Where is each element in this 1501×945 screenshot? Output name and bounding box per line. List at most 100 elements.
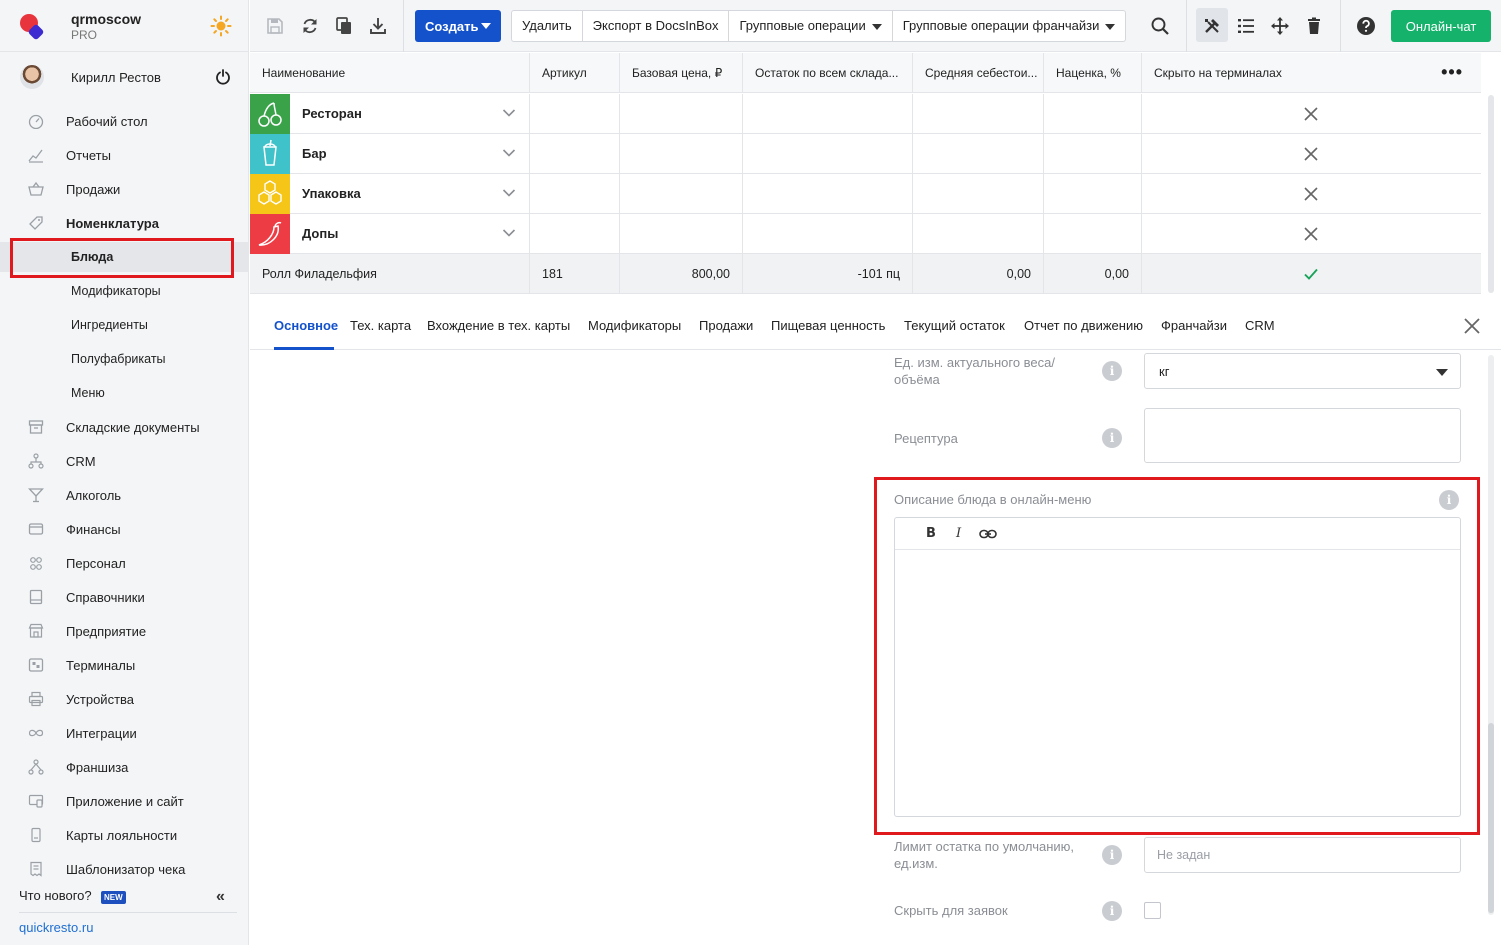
save-icon[interactable] [265, 16, 285, 36]
create-button[interactable]: Создать [415, 10, 501, 42]
download-icon[interactable] [368, 16, 388, 36]
sidebar-item-warehouse[interactable]: Складские документы [0, 412, 249, 442]
tools-icon[interactable] [1202, 16, 1222, 36]
sidebar-item-franchise[interactable]: Франшиза [0, 752, 249, 782]
table-row-category-extras[interactable]: Допы [250, 214, 1481, 254]
sidebar: qrmoscow PRO Кирилл Рестов Рабочий стол … [0, 0, 249, 945]
column-header-article[interactable]: Артикул [530, 53, 620, 93]
chevron-down-icon[interactable] [502, 108, 516, 118]
sidebar-item-semifinished[interactable]: Полуфабрикаты [0, 344, 249, 374]
tab-sales[interactable]: Продажи [699, 318, 753, 333]
avatar[interactable] [20, 65, 44, 89]
table-row-category-restaurant[interactable]: Ресторан [250, 94, 1481, 134]
cell-price: 800,00 [620, 254, 743, 294]
sidebar-item-nomenclature[interactable]: Номенклатура [0, 208, 249, 238]
sidebar-item-loyalty[interactable]: Карты лояльности [0, 820, 249, 850]
export-docsinbox-button[interactable]: Экспорт в DocsInBox [583, 11, 730, 41]
bold-button[interactable]: B [926, 526, 936, 541]
table-row-category-bar[interactable]: Бар [250, 134, 1481, 174]
export-button-label: Экспорт в DocsInBox [592, 18, 719, 33]
site-link[interactable]: quickresto.ru [19, 920, 93, 935]
sidebar-item-sales[interactable]: Продажи [0, 174, 249, 204]
table-row-category-packaging[interactable]: Упаковка [250, 174, 1481, 214]
column-header-markup[interactable]: Наценка, % [1044, 53, 1142, 93]
unit-select-value: кг [1159, 364, 1170, 379]
sidebar-item-staff[interactable]: Персонал [0, 548, 249, 578]
trash-icon[interactable] [1304, 16, 1324, 36]
stock-limit-input[interactable] [1145, 838, 1460, 872]
info-icon[interactable]: i [1439, 490, 1459, 510]
table-scrollbar[interactable] [1488, 95, 1494, 293]
help-icon[interactable] [1356, 16, 1376, 36]
info-icon[interactable]: i [1102, 428, 1122, 448]
column-header-price[interactable]: Базовая цена, ₽ [620, 53, 743, 93]
sidebar-item-devices[interactable]: Устройства [0, 684, 249, 714]
tab-main[interactable]: Основное [274, 318, 338, 333]
cell-cost [913, 174, 1044, 214]
sidebar-item-ingredients[interactable]: Ингредиенты [0, 310, 249, 340]
more-options-icon[interactable]: ••• [1441, 63, 1463, 81]
info-icon[interactable]: i [1102, 361, 1122, 381]
theme-sun-icon[interactable] [210, 15, 232, 37]
list-icon[interactable] [1236, 16, 1256, 36]
tab-movement-report[interactable]: Отчет по движению [1024, 318, 1143, 333]
tab-crm[interactable]: CRM [1245, 318, 1275, 333]
tab-nutrition[interactable]: Пищевая ценность [771, 318, 885, 333]
sidebar-item-reference[interactable]: Справочники [0, 582, 249, 612]
form-scrollbar[interactable] [1488, 355, 1494, 915]
sidebar-item-receipt-template[interactable]: Шаблонизатор чека [0, 854, 249, 884]
sidebar-item-reports[interactable]: Отчеты [0, 140, 249, 170]
info-icon[interactable]: i [1102, 901, 1122, 921]
sidebar-item-app-site[interactable]: Приложение и сайт [0, 786, 249, 816]
copy-icon[interactable] [334, 16, 354, 36]
italic-button[interactable]: I [956, 526, 961, 541]
search-icon[interactable] [1150, 16, 1170, 36]
column-header-hidden[interactable]: Скрыто на терминалах [1142, 53, 1481, 93]
unit-select[interactable]: кг [1144, 353, 1461, 389]
sidebar-item-finance[interactable]: Финансы [0, 514, 249, 544]
sidebar-item-dashboard[interactable]: Рабочий стол [0, 106, 249, 136]
tab-current-stock[interactable]: Текущий остаток [904, 318, 1005, 333]
cross-icon [1304, 187, 1318, 201]
whats-new-link[interactable]: Что нового? [19, 888, 92, 903]
collapse-sidebar-icon[interactable]: « [216, 888, 225, 906]
column-header-stock[interactable]: Остаток по всем склада... [743, 53, 913, 93]
tab-tech-card[interactable]: Тех. карта [350, 318, 411, 333]
form-scrollbar-thumb[interactable] [1488, 723, 1494, 913]
chevron-down-icon[interactable] [502, 228, 516, 238]
info-icon[interactable]: i [1102, 845, 1122, 865]
power-icon[interactable] [215, 69, 231, 85]
close-icon[interactable] [1463, 317, 1481, 335]
delete-button[interactable]: Удалить [512, 11, 583, 41]
cross-icon [1304, 227, 1318, 241]
link-icon[interactable] [979, 527, 997, 541]
sidebar-item-integrations[interactable]: Интеграции [0, 718, 249, 748]
column-header-name[interactable]: Наименование [250, 53, 530, 93]
sidebar-item-menu[interactable]: Меню [0, 378, 249, 408]
editor-content-area[interactable] [895, 551, 1460, 816]
franchise-group-operations-button[interactable]: Групповые операции франчайзи [893, 11, 1126, 41]
sidebar-item-terminals[interactable]: Терминалы [0, 650, 249, 680]
sidebar-item-label: CRM [66, 454, 96, 469]
sidebar-item-enterprise[interactable]: Предприятие [0, 616, 249, 646]
recipe-field[interactable] [1144, 408, 1461, 463]
column-header-cost[interactable]: Средняя себестои... [913, 53, 1044, 93]
tab-modifiers[interactable]: Модификаторы [588, 318, 681, 333]
group-operations-button[interactable]: Групповые операции [729, 11, 893, 41]
tab-tech-card-usage[interactable]: Вхождение в тех. карты [427, 318, 570, 333]
sidebar-item-modifiers[interactable]: Модификаторы [0, 276, 249, 306]
refresh-icon[interactable] [300, 16, 320, 36]
sidebar-item-alcohol[interactable]: Алкоголь [0, 480, 249, 510]
tab-franchisee[interactable]: Франчайзи [1161, 318, 1227, 333]
chevron-down-icon[interactable] [502, 148, 516, 158]
move-icon[interactable] [1270, 16, 1290, 36]
hide-for-orders-checkbox[interactable] [1144, 902, 1161, 919]
table-row[interactable]: Ролл Филадельфия 181 800,00 -101 пц 0,00… [250, 254, 1481, 294]
nomenclature-table: Наименование Артикул Базовая цена, ₽ Ост… [250, 53, 1481, 294]
sidebar-item-crm[interactable]: CRM [0, 446, 249, 476]
chevron-down-icon[interactable] [502, 188, 516, 198]
sidebar-item-dishes[interactable]: Блюда [0, 242, 249, 272]
sidebar-item-label: Полуфабрикаты [71, 352, 166, 366]
online-chat-button[interactable]: Онлайн-чат [1391, 10, 1491, 42]
category-label: Бар [302, 146, 327, 161]
